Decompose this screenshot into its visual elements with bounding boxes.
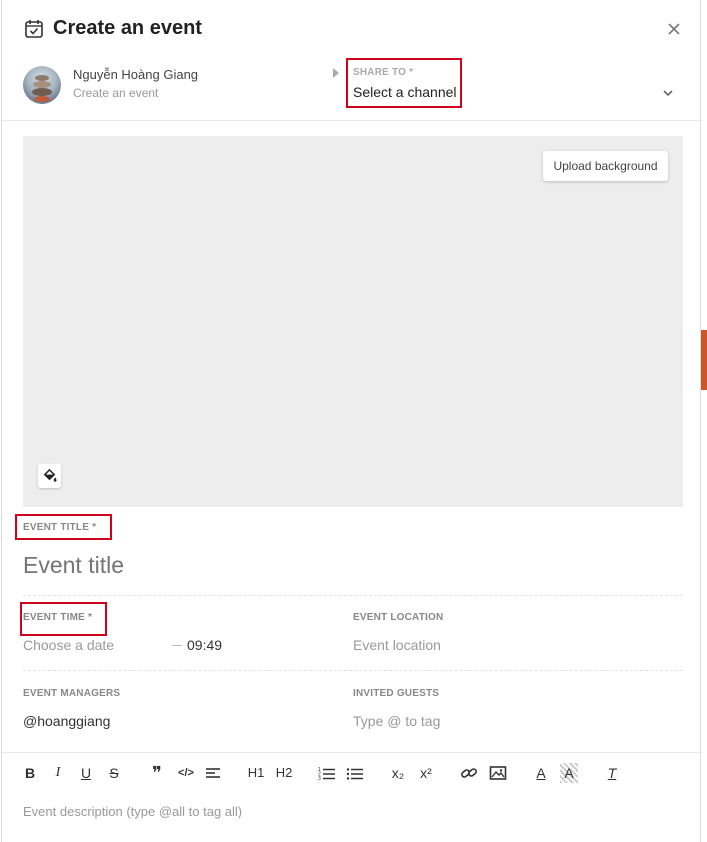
event-location-label: EVENT LOCATION (353, 612, 444, 623)
underline-button[interactable]: U (78, 763, 94, 783)
close-icon[interactable] (664, 19, 684, 39)
event-location-input[interactable]: Event location (353, 637, 441, 653)
svg-text:3: 3 (318, 776, 321, 782)
share-to-highlight (346, 58, 462, 108)
text-color-button[interactable]: A (532, 763, 550, 783)
heading-2-button[interactable]: H2 (273, 763, 295, 783)
event-description-input[interactable]: Event description (type @all to tag all) (23, 804, 242, 819)
paint-bucket-button[interactable] (38, 464, 61, 488)
background-fragment (701, 330, 707, 390)
italic-button[interactable]: I (50, 763, 66, 783)
time-separator (172, 645, 182, 646)
divider (23, 670, 683, 671)
event-managers-label: EVENT MANAGERS (23, 688, 121, 699)
chevron-down-icon[interactable] (661, 86, 675, 100)
clear-format-button[interactable]: T (603, 763, 621, 783)
upload-background-button[interactable]: Upload background (543, 151, 668, 181)
create-event-dialog: Create an event Nguyễn Hoàng Giang Creat… (1, 0, 702, 842)
subscript-button[interactable]: x₂ (388, 763, 408, 783)
channel-select[interactable]: Select a channel (353, 84, 457, 100)
avatar (23, 66, 61, 104)
editor-toolbar: B I U S ❞ </> H1 H2 1 2 3 x₂ x² A A T (2, 752, 702, 792)
event-title-input[interactable] (23, 548, 623, 582)
bold-button[interactable]: B (22, 763, 38, 783)
code-button[interactable]: </> (175, 763, 197, 783)
invited-guests-input[interactable]: Type @ to tag (353, 713, 440, 729)
dialog-header: Create an event (2, 0, 702, 58)
divider (23, 595, 683, 596)
quote-button[interactable]: ❞ (148, 763, 166, 783)
share-to-label: SHARE TO * (353, 67, 414, 78)
align-icon[interactable] (205, 763, 221, 783)
time-input[interactable]: 09:49 (187, 637, 222, 653)
event-managers-input[interactable]: @hoanggiang (23, 713, 110, 729)
strikethrough-button[interactable]: S (106, 763, 122, 783)
author-row: Nguyễn Hoàng Giang Create an event SHARE… (2, 58, 702, 121)
image-icon[interactable] (489, 763, 507, 783)
calendar-check-icon (25, 20, 43, 38)
heading-1-button[interactable]: H1 (245, 763, 267, 783)
invited-guests-label: INVITED GUESTS (353, 688, 440, 699)
highlight-button[interactable]: A (560, 763, 578, 783)
author-name: Nguyễn Hoàng Giang (73, 67, 199, 82)
cover-background-area: Upload background (23, 136, 683, 507)
link-icon[interactable] (460, 763, 478, 783)
superscript-button[interactable]: x² (416, 763, 436, 783)
event-title-label: EVENT TITLE * (23, 522, 97, 533)
dialog-title: Create an event (53, 17, 202, 39)
ordered-list-icon[interactable]: 1 2 3 (318, 763, 336, 783)
bullet-list-icon[interactable] (346, 763, 364, 783)
paint-bucket-icon (43, 468, 57, 482)
date-picker-input[interactable]: Choose a date (23, 637, 114, 653)
event-time-label: EVENT TIME * (23, 612, 93, 623)
caret-right-icon (333, 68, 339, 78)
author-subtitle: Create an event (73, 86, 159, 100)
